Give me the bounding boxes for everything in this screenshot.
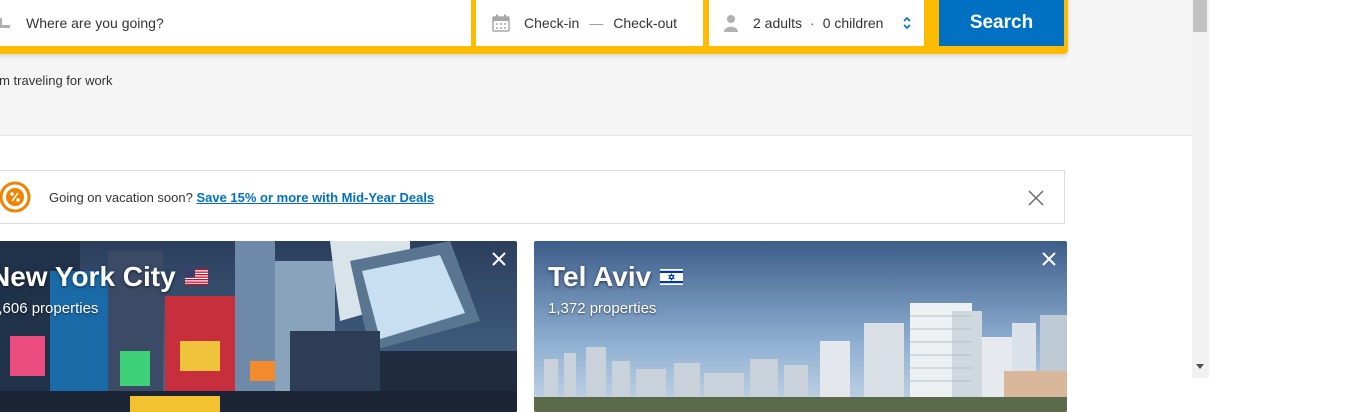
calendar-icon [492,14,510,32]
deals-banner: Going on vacation soon? Save 15% or more… [0,170,1065,224]
card-title: New York City [0,261,208,293]
work-travel-label: I'm traveling for work [0,73,113,88]
search-bar: Where are you going? Check-in — Check-ou… [0,0,1068,54]
search-button[interactable]: Search [939,0,1064,46]
vertical-scrollbar[interactable] [1192,0,1209,378]
destination-field[interactable]: Where are you going? [0,0,471,46]
check-out-field[interactable]: Check-out [613,15,677,31]
city-name: Tel Aviv [548,261,652,292]
search-section: Where are you going? Check-in — Check-ou… [0,0,1192,136]
card-title: Tel Aviv [548,261,684,293]
city-name: New York City [0,261,176,292]
property-count: 5,606 properties [0,300,99,317]
bed-icon [0,18,10,28]
destination-card-tel-aviv[interactable]: Tel Aviv 1,372 properties [534,241,1067,412]
children-count: 0 children [822,15,884,31]
dates-separator: — [589,15,604,31]
work-travel-checkbox[interactable]: I'm traveling for work [0,73,113,88]
destination-card-new-york[interactable]: New York City 5,606 properties [0,241,517,412]
scrollbar-thumb[interactable] [1193,0,1207,32]
deals-question: Going on vacation soon? [49,190,193,205]
deals-text: Going on vacation soon? Save 15% or more… [49,190,434,205]
us-flag-icon [184,269,208,285]
occupancy-field[interactable]: 2 adults · 0 children [709,0,924,46]
close-icon[interactable] [1027,189,1045,207]
person-icon [724,15,738,32]
israel-flag-icon [660,269,684,285]
occupancy-separator: · [810,15,815,31]
close-icon[interactable] [491,251,507,267]
chevron-up-down-icon[interactable] [902,16,912,30]
property-count: 1,372 properties [548,300,657,317]
deals-link[interactable]: Save 15% or more with Mid-Year Deals [196,190,434,205]
main-page: Where are you going? Check-in — Check-ou… [0,0,1192,412]
close-icon[interactable] [1041,251,1057,267]
blank-area [1209,0,1366,412]
destination-input[interactable]: Where are you going? [26,15,164,31]
adults-count: 2 adults [753,15,803,31]
dates-field[interactable]: Check-in — Check-out [476,0,703,46]
deal-badge-icon [0,181,31,213]
scroll-down-arrow-icon[interactable] [1196,364,1204,369]
check-in-field[interactable]: Check-in [524,15,579,31]
